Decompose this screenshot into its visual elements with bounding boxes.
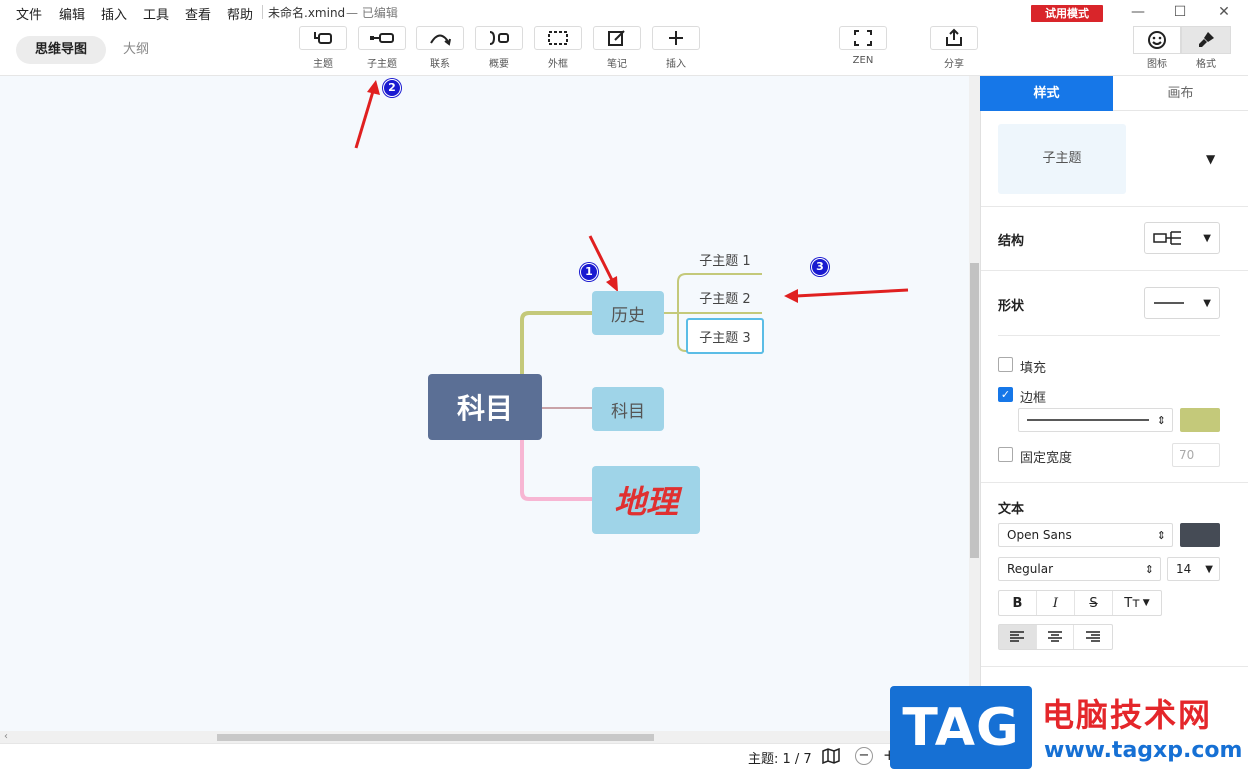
border-label: 边框 [1020, 391, 1047, 406]
structure-label: 结构 [998, 234, 1025, 249]
font-family-value: Open Sans [1007, 528, 1072, 542]
scroll-left-icon[interactable]: ‹ [4, 731, 8, 742]
align-right-button[interactable] [1074, 625, 1112, 649]
vertical-scroll-thumb[interactable] [970, 263, 979, 558]
subtopic-3-selected[interactable]: 子主题 3 [686, 318, 764, 354]
border-checkbox[interactable]: ✓ [998, 387, 1013, 402]
border-color-swatch[interactable] [1180, 408, 1220, 432]
arrow-to-subtopic2 [795, 288, 909, 298]
watermark-url: www.tagxp.com [1044, 738, 1243, 763]
strikethrough-button[interactable]: S [1075, 591, 1113, 615]
chevron-down-icon: ▼ [1203, 297, 1211, 309]
fill-label: 填充 [1020, 361, 1047, 376]
updown-icon: ⇕ [1156, 528, 1166, 542]
font-size-value: 14 [1176, 562, 1192, 576]
fixed-width-input[interactable]: 70 [1172, 443, 1220, 467]
tab-style[interactable]: 样式 [980, 76, 1113, 111]
panel-divider [981, 666, 1248, 667]
text-style-group: B I S Tт ▼ [998, 590, 1162, 616]
icons-panel-button[interactable] [1133, 26, 1181, 54]
minimize-button[interactable]: — [1124, 2, 1152, 22]
format-label: 格式 [1196, 59, 1216, 70]
tab-canvas[interactable]: 画布 [1113, 76, 1248, 111]
align-left-button[interactable] [999, 625, 1037, 649]
text-case-button[interactable]: Tт ▼ [1113, 591, 1161, 615]
style-dropdown-icon[interactable]: ▼ [1206, 152, 1215, 166]
align-center-button[interactable] [1037, 625, 1075, 649]
horizontal-scroll-thumb[interactable] [217, 734, 654, 741]
brush-icon [1199, 32, 1214, 47]
structure-icon [1153, 231, 1181, 245]
annotation-badge-3: 3 [811, 258, 829, 276]
border-line-select[interactable]: ⇕ [1018, 408, 1173, 432]
line-shape-icon [1154, 302, 1184, 304]
alignment-group [998, 624, 1113, 650]
arrow-to-subtopic-button [354, 87, 376, 149]
italic-button[interactable]: I [1037, 591, 1075, 615]
chevron-down-icon: ▼ [1203, 232, 1211, 244]
shape-label: 形状 [998, 299, 1025, 314]
zoom-out-button[interactable]: − [855, 747, 873, 765]
panel-divider [998, 335, 1220, 336]
chevron-down-icon: ▼ [1142, 598, 1150, 608]
subtopic-1[interactable]: 子主题 1 [690, 247, 760, 271]
fixed-width-checkbox[interactable] [998, 447, 1013, 462]
structure-select[interactable]: ▼ [1144, 222, 1220, 254]
font-family-select[interactable]: Open Sans ⇕ [998, 523, 1173, 547]
subtopic-2[interactable]: 子主题 2 [690, 285, 760, 309]
align-center-icon [1048, 631, 1062, 642]
close-button[interactable]: ✕ [1210, 2, 1238, 22]
fill-checkbox[interactable] [998, 357, 1013, 372]
text-label: 文本 [998, 502, 1025, 517]
topic-count: 主题: 1 / 7 [748, 752, 812, 767]
branch-lines [354, 80, 909, 501]
updown-icon: ⇕ [1156, 413, 1166, 427]
fixed-width-label: 固定宽度 [1020, 451, 1073, 466]
font-weight-select[interactable]: Regular ⇕ [998, 557, 1161, 581]
panel-divider [981, 270, 1248, 271]
panel-divider [981, 206, 1248, 207]
solid-line-icon [1027, 419, 1149, 421]
font-size-select[interactable]: 14 ▼ [1167, 557, 1220, 581]
font-color-swatch[interactable] [1180, 523, 1220, 547]
panel-divider [981, 482, 1248, 483]
text-case-label: Tт [1124, 595, 1140, 611]
maximize-button[interactable]: ☐ [1166, 2, 1194, 22]
shape-select[interactable]: ▼ [1144, 287, 1220, 319]
font-weight-value: Regular [1007, 562, 1054, 576]
main-topic-subject[interactable]: 科目 [592, 387, 664, 431]
watermark-title: 电脑技术网 [1042, 696, 1213, 734]
annotation-badge-2: 2 [383, 79, 401, 97]
main-topic-geography[interactable]: 地理 [592, 466, 700, 534]
annotation-badge-1: 1 [580, 263, 598, 281]
map-icon[interactable] [822, 748, 840, 764]
chevron-down-icon: ▼ [1205, 563, 1213, 575]
smiley-icon [1148, 31, 1166, 49]
main-topic-history[interactable]: 历史 [592, 291, 664, 335]
bold-button[interactable]: B [999, 591, 1037, 615]
format-panel-button[interactable] [1181, 26, 1231, 54]
trial-mode-badge[interactable]: 试用模式 [1031, 5, 1103, 22]
align-right-icon [1086, 631, 1101, 642]
align-left-icon [1010, 631, 1025, 642]
updown-icon: ⇕ [1144, 562, 1154, 576]
central-topic[interactable]: 科目 [428, 374, 542, 440]
watermark-tag-logo: TAG [890, 686, 1032, 769]
style-preview[interactable]: 子主题 [998, 124, 1126, 194]
